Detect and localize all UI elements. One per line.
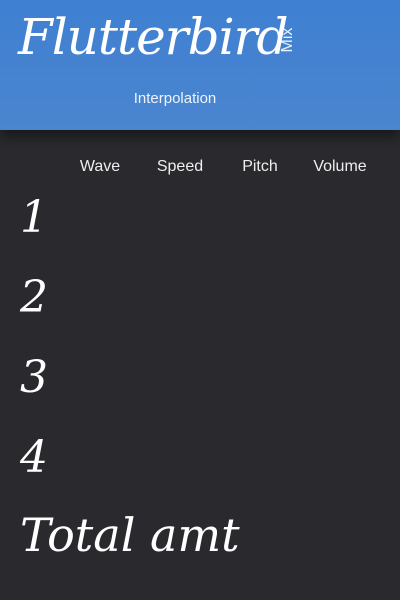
- row-label-1: 1: [20, 192, 48, 243]
- mode-label[interactable]: Interpolation: [0, 90, 350, 107]
- column-header-speed: Speed: [156, 158, 204, 175]
- column-header-wave: Wave: [79, 158, 121, 175]
- column-headers: Wave Speed Pitch Volume: [0, 158, 400, 178]
- app-root: Flutterbird Mix Interpolation Wave Speed…: [0, 0, 400, 600]
- column-header-pitch: Pitch: [242, 158, 278, 175]
- column-header-volume: Volume: [313, 158, 367, 175]
- app-title: Flutterbird: [18, 8, 288, 66]
- row-label-3: 3: [20, 352, 48, 403]
- total-amount-label: Total amt: [20, 508, 240, 562]
- app-header: Flutterbird Mix Interpolation: [0, 0, 400, 130]
- mix-tab[interactable]: Mix: [272, 20, 304, 60]
- row-label-2: 2: [20, 272, 48, 323]
- row-label-4: 4: [20, 432, 48, 483]
